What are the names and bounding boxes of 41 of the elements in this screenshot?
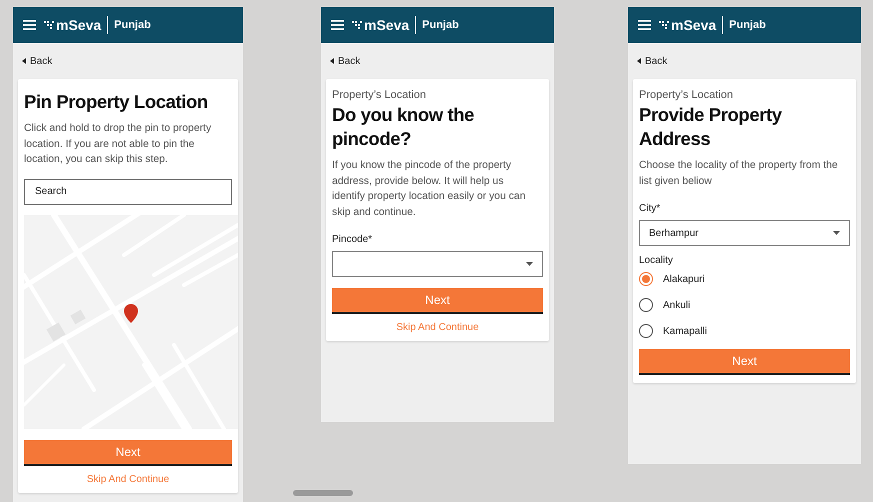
menu-icon[interactable] bbox=[638, 20, 651, 30]
logo-icon bbox=[44, 20, 54, 30]
state-name: Punjab bbox=[729, 19, 766, 31]
description-text: Choose the locality of the property from the list given beliow bbox=[639, 159, 839, 189]
menu-icon[interactable] bbox=[331, 20, 344, 30]
section-label: Property’s Location bbox=[639, 89, 734, 101]
caret-icon bbox=[637, 58, 641, 64]
dropdown-field[interactable]: Berhampur bbox=[639, 220, 850, 246]
search-field[interactable]: Search bbox=[24, 178, 232, 205]
section-label: Property’s Location bbox=[332, 89, 427, 101]
page-title: Do you know the pincode? bbox=[332, 103, 476, 151]
menu-icon[interactable] bbox=[23, 20, 36, 30]
state-name: Punjab bbox=[422, 19, 459, 31]
back-link[interactable]: Back bbox=[22, 55, 52, 67]
radio-label[interactable]: Ankuli bbox=[663, 300, 690, 311]
logo-icon bbox=[659, 20, 669, 30]
scrollbar[interactable] bbox=[293, 490, 353, 496]
page-title: Provide Property Address bbox=[639, 103, 783, 151]
radio-label[interactable]: Alakapuri bbox=[663, 274, 705, 285]
field-label: City* bbox=[639, 203, 662, 214]
brand-name: mSeva bbox=[364, 17, 410, 33]
radio-label[interactable]: Kamapalli bbox=[663, 326, 707, 337]
radio-button[interactable] bbox=[639, 298, 653, 312]
back-link[interactable]: Back bbox=[637, 55, 668, 67]
logo-icon bbox=[352, 20, 362, 30]
page-title: Pin Property Location bbox=[24, 90, 209, 114]
description-text: Click and hold to drop the pin to property location. If you are not able to pin the location, you can skip this step. bbox=[24, 122, 212, 168]
caret-icon bbox=[330, 58, 334, 64]
radio-button[interactable] bbox=[639, 272, 653, 286]
dropdown-field[interactable] bbox=[332, 251, 543, 278]
state-name: Punjab bbox=[114, 19, 151, 31]
brand-name: mSeva bbox=[56, 17, 102, 33]
description-text: If you know the pincode of the property address, provide below. It will help us identify property location easily or you can skip and continue. bbox=[332, 159, 526, 220]
caret-icon bbox=[22, 58, 26, 64]
dropdown-arrow-icon bbox=[526, 262, 533, 266]
field-label: Locality bbox=[639, 255, 674, 266]
radio-button[interactable] bbox=[639, 324, 653, 338]
back-link[interactable]: Back bbox=[330, 55, 360, 67]
dropdown-arrow-icon bbox=[833, 231, 840, 236]
field-label: Pincode* bbox=[332, 234, 374, 246]
brand-name: mSeva bbox=[671, 17, 716, 33]
